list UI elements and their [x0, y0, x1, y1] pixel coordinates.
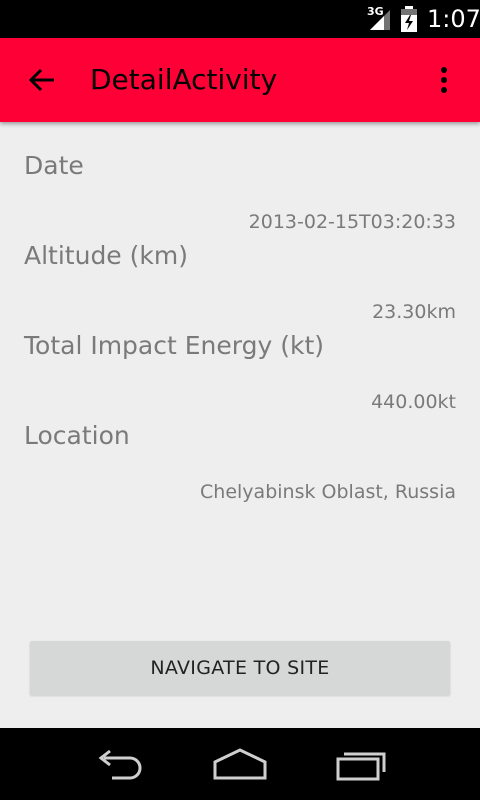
energy-value: 440.00kt — [371, 391, 456, 413]
date-value: 2013-02-15T03:20:33 — [248, 211, 456, 233]
back-icon[interactable] — [90, 746, 150, 782]
system-nav-bar — [0, 728, 480, 800]
app-bar: DetailActivity — [0, 38, 480, 122]
location-label: Location — [24, 421, 130, 450]
date-label: Date — [24, 151, 84, 180]
recents-icon[interactable] — [330, 746, 390, 782]
battery-icon — [401, 6, 417, 32]
status-bar: 3G 1:07 — [0, 0, 480, 38]
page-title: DetailActivity — [90, 63, 278, 96]
energy-label: Total Impact Energy (kt) — [24, 331, 324, 360]
signal-icon — [370, 10, 390, 30]
clock: 1:07 — [427, 5, 480, 33]
altitude-label: Altitude (km) — [24, 241, 188, 270]
navigate-to-site-button[interactable]: NAVIGATE TO SITE — [30, 641, 450, 695]
overflow-menu-icon[interactable] — [430, 64, 458, 98]
location-value: Chelyabinsk Oblast, Russia — [200, 481, 456, 503]
back-arrow-icon[interactable] — [24, 62, 60, 98]
home-icon[interactable] — [210, 746, 270, 782]
altitude-value: 23.30km — [372, 301, 456, 323]
